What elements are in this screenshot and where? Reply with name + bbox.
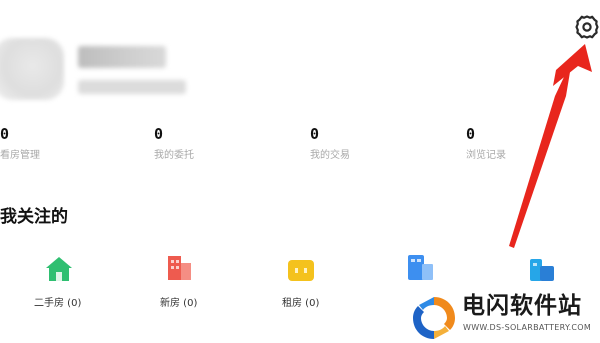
shop-icon[interactable] xyxy=(528,256,556,282)
stat-label-viewing[interactable]: 看房管理 xyxy=(0,150,40,162)
follow-label-secondhand[interactable]: 二手房 (0) xyxy=(34,298,81,310)
follow-label-new[interactable]: 新房 (0) xyxy=(160,298,197,310)
stat-value-transactions[interactable]: 0 xyxy=(310,126,319,142)
stat-label-transactions[interactable]: 我的交易 xyxy=(310,150,350,162)
stat-value-commission[interactable]: 0 xyxy=(154,126,163,142)
watermark-url: WWW.DS-SOLARBATTERY.COM xyxy=(463,323,592,332)
user-subtitle xyxy=(78,80,186,94)
apartment-icon[interactable] xyxy=(406,254,434,280)
house-icon[interactable] xyxy=(45,256,73,282)
section-title-follows: 我关注的 xyxy=(0,207,68,227)
avatar[interactable] xyxy=(0,38,64,100)
rent-icon[interactable] xyxy=(287,257,315,283)
stat-label-commission[interactable]: 我的委托 xyxy=(154,150,194,162)
watermark-logo xyxy=(413,297,455,339)
gear-icon[interactable] xyxy=(574,14,600,40)
username xyxy=(78,46,166,68)
stat-label-history[interactable]: 浏览记录 xyxy=(466,150,506,162)
stat-value-history[interactable]: 0 xyxy=(466,126,475,142)
watermark-title: 电闪软件站 xyxy=(462,293,582,319)
follow-label-rent[interactable]: 租房 (0) xyxy=(282,298,319,310)
stat-value-viewing[interactable]: 0 xyxy=(0,126,9,142)
building-icon[interactable] xyxy=(165,254,193,280)
